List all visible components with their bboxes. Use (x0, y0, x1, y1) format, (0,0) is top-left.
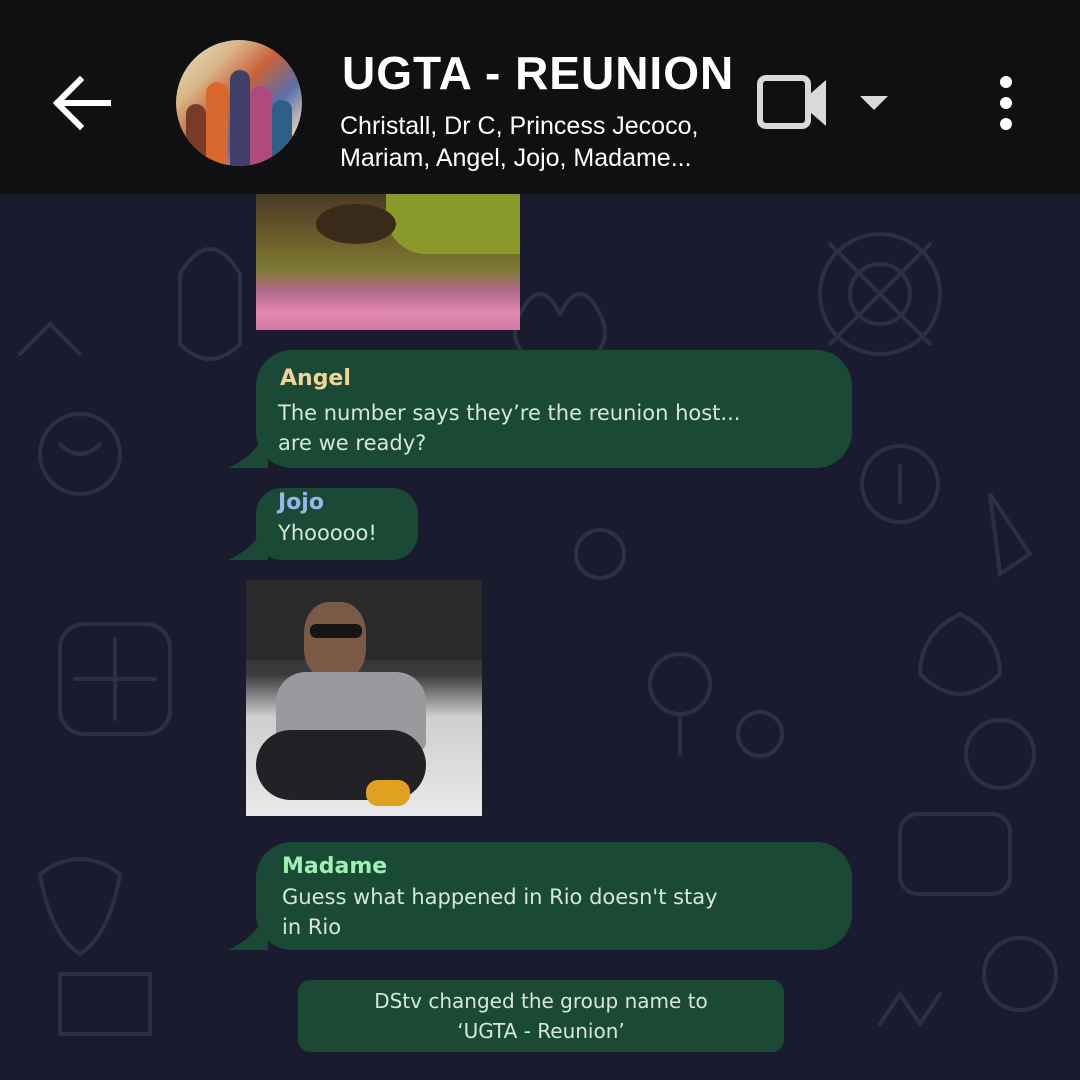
message-text: The number says they’re the reunion host… (278, 398, 838, 458)
message-bubble-jojo[interactable]: Jojo Yhooooo! (228, 488, 418, 560)
photo-detail (386, 194, 520, 254)
photo-detail (316, 204, 396, 244)
chat-header: UGTA - REUNION Christall, Dr C, Princess… (0, 0, 1080, 194)
message-bubble-madame[interactable]: Madame Guess what happened in Rio doesn'… (228, 842, 852, 950)
arrow-left-icon (52, 75, 111, 131)
video-call-button[interactable] (756, 72, 830, 134)
sender-name: Jojo (278, 490, 324, 515)
video-camera-icon (757, 75, 826, 129)
message-bubble-angel[interactable]: Angel The number says they’re the reunio… (228, 350, 852, 468)
sender-name: Angel (280, 366, 351, 391)
bubble-tail (228, 910, 268, 950)
vertical-ellipsis-icon (1000, 76, 1012, 130)
group-title: UGTA - REUNION (342, 47, 735, 99)
back-button[interactable] (48, 70, 114, 136)
participants-list[interactable]: Christall, Dr C, Princess Jecoco, Mariam… (340, 110, 750, 174)
message-line: The number says they’re the reunion host… (278, 401, 741, 425)
message-text: Guess what happened in Rio doesn't stay … (282, 882, 822, 942)
bubble-tail (228, 520, 268, 560)
shared-photo[interactable] (246, 580, 482, 816)
more-options-button[interactable] (984, 70, 1028, 136)
sender-name: Madame (282, 854, 388, 879)
call-options-button[interactable] (856, 88, 892, 118)
photo-detail (310, 624, 362, 638)
photo-detail (366, 780, 410, 806)
message-line: are we ready? (278, 431, 427, 455)
message-line: in Rio (282, 915, 342, 939)
system-message-line: ‘UGTA - Reunion’ (457, 1019, 625, 1043)
participants-line: Christall, Dr C, Princess Jecoco, (340, 112, 699, 140)
photo-detail (304, 602, 366, 680)
message-line: Guess what happened in Rio doesn't stay (282, 885, 718, 909)
caret-down-icon (860, 96, 888, 110)
system-message-line: DStv changed the group name to (374, 989, 708, 1013)
system-message: DStv changed the group name to ‘UGTA - R… (298, 980, 784, 1052)
chat-area[interactable]: Angel The number says they’re the reunio… (0, 194, 1080, 1080)
shared-photo[interactable] (256, 194, 520, 330)
group-avatar[interactable] (176, 40, 302, 166)
message-text: Yhooooo! (278, 521, 377, 545)
bubble-tail (228, 428, 268, 468)
participants-line: Mariam, Angel, Jojo, Madame... (340, 144, 692, 172)
